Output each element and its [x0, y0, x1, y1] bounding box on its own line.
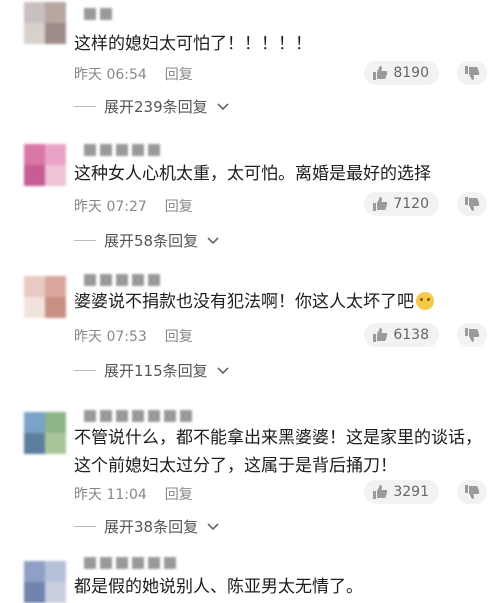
thumbs-up-icon	[373, 66, 388, 80]
thumbs-down-icon	[465, 485, 480, 499]
comment-text: 都是假的她说别人、陈亚男太无情了。	[74, 577, 363, 597]
like-button[interactable]: 6138	[364, 323, 439, 347]
avatar[interactable]	[24, 276, 66, 318]
like-button[interactable]: 8190	[364, 61, 439, 85]
expand-replies-button[interactable]: 展开38条回复	[74, 516, 220, 537]
expand-label: 展开115条回复	[104, 362, 208, 380]
comment-text: 这种女人心机太重，太可怕。离婚是最好的选择	[74, 164, 431, 184]
expand-replies-button[interactable]: 展开58条回复	[74, 230, 220, 251]
like-count: 7120	[393, 196, 429, 212]
username[interactable]	[84, 557, 176, 571]
username[interactable]	[84, 274, 160, 288]
like-count: 6138	[393, 327, 429, 343]
comment-meta: 昨天 07:27 回复	[74, 196, 193, 216]
chevron-down-icon	[207, 522, 219, 530]
smirk-emoji-icon	[416, 292, 434, 310]
comment-text: 不管说什么，都不能拿出来黑婆婆！这是家里的谈话，这个前媳妇太过分了，这属于是背后…	[74, 428, 482, 476]
reply-button[interactable]: 回复	[165, 484, 193, 504]
reply-button[interactable]: 回复	[165, 64, 193, 84]
thumbs-down-icon	[465, 197, 480, 211]
expand-replies-button[interactable]: 展开115条回复	[74, 360, 230, 381]
like-count: 3291	[393, 484, 429, 500]
comment-text-content: 婆婆说不捐款也没有犯法啊！你这人太坏了吧	[74, 292, 414, 312]
comment-item: 这种女人心机太重，太可怕。离婚是最好的选择 昨天 07:27 回复 7120 展…	[0, 138, 499, 263]
like-button[interactable]: 3291	[364, 480, 439, 504]
username[interactable]	[84, 410, 192, 424]
comment-item: 都是假的她说别人、陈亚男太无情了。	[0, 555, 499, 603]
dislike-button[interactable]	[457, 61, 487, 85]
chevron-down-icon	[217, 102, 229, 110]
expand-replies-button[interactable]: 展开239条回复	[74, 96, 230, 117]
thumbs-down-icon	[465, 328, 480, 342]
like-button[interactable]: 7120	[364, 192, 439, 216]
expand-label: 展开38条回复	[104, 518, 199, 536]
reply-button[interactable]: 回复	[165, 196, 193, 216]
comment-meta: 昨天 11:04 回复	[74, 484, 193, 504]
avatar[interactable]	[24, 144, 66, 186]
avatar[interactable]	[24, 412, 66, 454]
divider	[74, 240, 96, 241]
comment-meta: 昨天 06:54 回复	[74, 64, 193, 84]
expand-label: 展开239条回复	[104, 98, 208, 116]
avatar[interactable]	[24, 561, 66, 603]
comment-meta: 昨天 07:53 回复	[74, 326, 193, 346]
like-count: 8190	[393, 65, 429, 81]
dislike-button[interactable]	[457, 192, 487, 216]
comment-time: 昨天 07:53	[74, 329, 147, 345]
divider	[74, 526, 96, 527]
reply-button[interactable]: 回复	[165, 326, 193, 346]
comment-text: 婆婆说不捐款也没有犯法啊！你这人太坏了吧	[74, 288, 483, 316]
thumbs-up-icon	[373, 328, 388, 342]
username[interactable]	[84, 8, 112, 22]
divider	[74, 370, 96, 371]
comment-time: 昨天 06:54	[74, 67, 147, 83]
comment-time: 昨天 07:27	[74, 199, 147, 215]
dislike-button[interactable]	[457, 323, 487, 347]
thumbs-up-icon	[373, 485, 388, 499]
thumbs-up-icon	[373, 197, 388, 211]
username[interactable]	[84, 144, 160, 158]
divider	[74, 106, 96, 107]
chevron-down-icon	[207, 236, 219, 244]
comment-item: 这样的媳妇太可怕了！！！！！ 昨天 06:54 回复 8190 展开239条回复	[0, 0, 499, 125]
thumbs-down-icon	[465, 66, 480, 80]
dislike-button[interactable]	[457, 480, 487, 504]
comment-item: 不管说什么，都不能拿出来黑婆婆！这是家里的谈话，这个前媳妇太过分了，这属于是背后…	[0, 406, 499, 548]
comment-text: 这样的媳妇太可怕了！！！！！	[74, 34, 312, 54]
comment-time: 昨天 11:04	[74, 487, 147, 503]
expand-label: 展开58条回复	[104, 232, 199, 250]
avatar[interactable]	[24, 2, 66, 44]
comment-item: 婆婆说不捐款也没有犯法啊！你这人太坏了吧 昨天 07:53 回复 6138 展开…	[0, 272, 499, 397]
chevron-down-icon	[217, 366, 229, 374]
